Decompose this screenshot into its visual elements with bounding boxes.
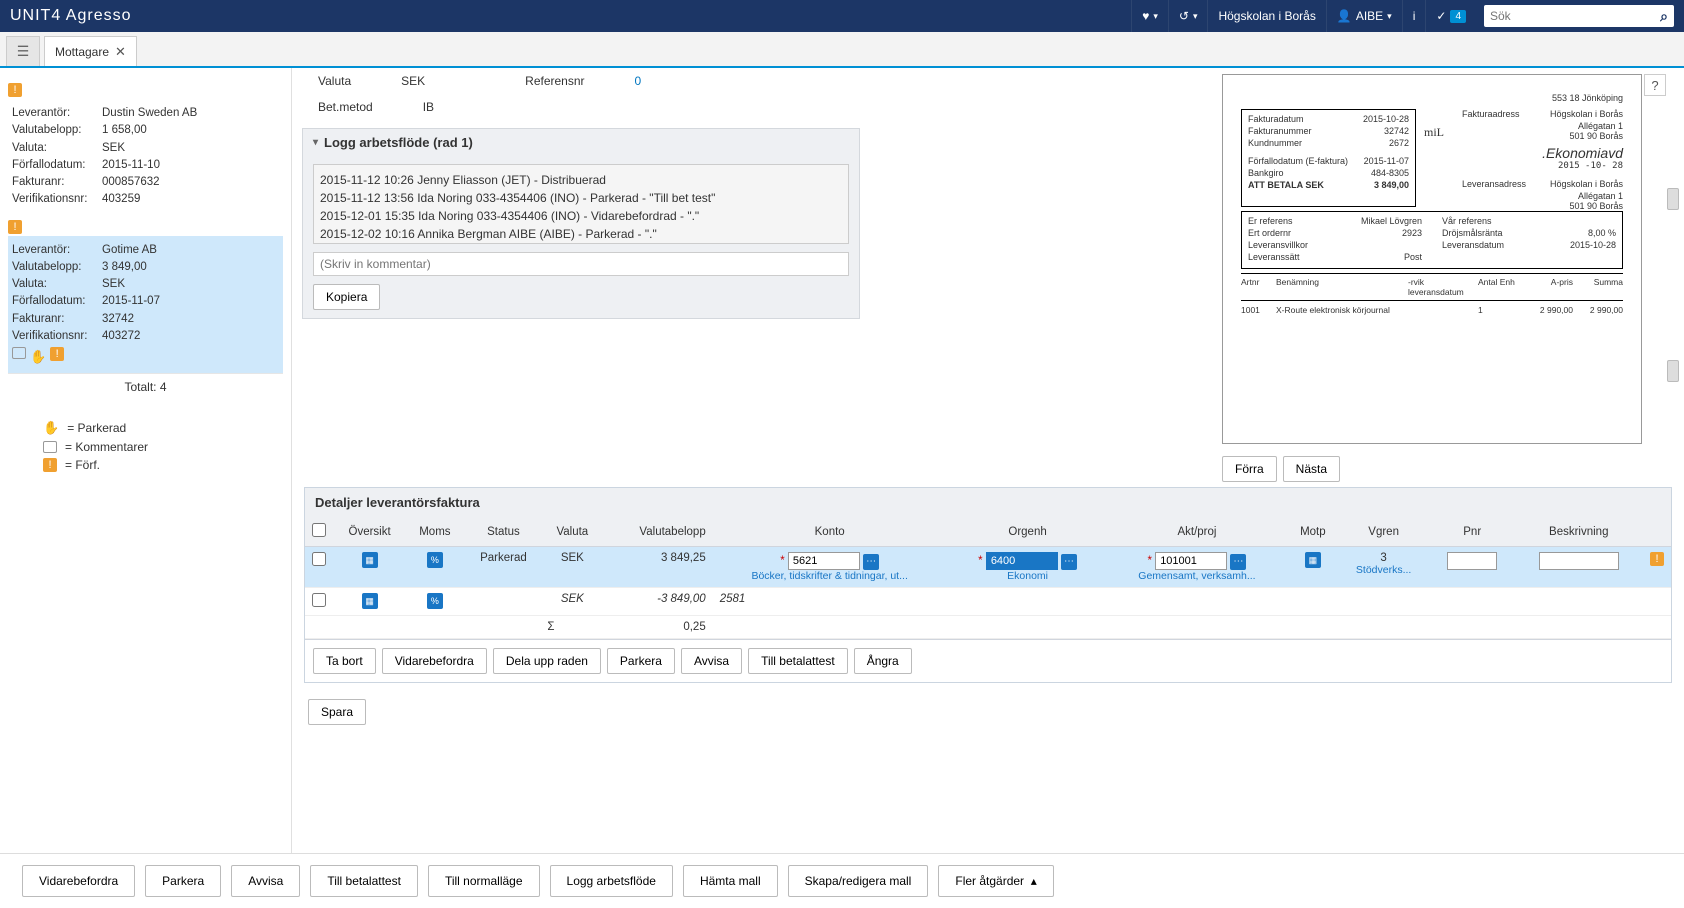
angra-button[interactable]: Ångra	[854, 648, 912, 674]
bottom-toolbar: Vidarebefordra Parkera Avvisa Till betal…	[0, 853, 1684, 908]
tabort-button[interactable]: Ta bort	[313, 648, 376, 674]
warning-icon: !	[50, 347, 64, 361]
invoice-card[interactable]: Leverantör:Dustin Sweden AB Valutabelopp…	[8, 99, 283, 215]
referensnr-label: Referensnr	[525, 74, 584, 88]
overview-icon[interactable]: ▦	[362, 593, 378, 609]
spara-button[interactable]: Spara	[308, 699, 366, 725]
log-panel-header[interactable]: ▾Logg arbetsflöde (rad 1)	[303, 129, 859, 156]
legend: ✋= Parkerad = Kommentarer != Förf.	[8, 420, 283, 472]
user-menu[interactable]: 👤 AIBE ▾	[1326, 0, 1402, 32]
sum-row: Σ 0,25	[305, 616, 1671, 639]
motp-icon[interactable]: ▦	[1305, 552, 1321, 568]
pnr-input[interactable]	[1447, 552, 1497, 570]
beskrivning-input[interactable]	[1539, 552, 1619, 570]
kopiera-button[interactable]: Kopiera	[313, 284, 380, 310]
tillnormallage-button[interactable]: Till normalläge	[428, 865, 540, 897]
comment-icon	[12, 347, 26, 359]
collapse-icon: ▾	[313, 137, 318, 148]
tillbetalattest-button[interactable]: Till betalattest	[748, 648, 848, 674]
tabbar: ☰ Mottagare ✕	[0, 32, 1684, 68]
valuta-label: Valuta	[318, 74, 351, 88]
tasks-indicator[interactable]: ✓4	[1425, 0, 1476, 32]
betmetod-value: IB	[423, 100, 434, 114]
comment-input[interactable]	[313, 252, 849, 276]
favorites-menu[interactable]: ♥ ▾	[1131, 0, 1168, 32]
betmetod-label: Bet.metod	[318, 100, 373, 114]
valuta-value: SEK	[543, 547, 601, 588]
resize-handle[interactable]	[1667, 188, 1679, 210]
tillbetalattest-button[interactable]: Till betalattest	[310, 865, 418, 897]
row-checkbox[interactable]	[312, 593, 326, 607]
avvisa-button[interactable]: Avvisa	[231, 865, 300, 897]
hamtamall-button[interactable]: Hämta mall	[683, 865, 778, 897]
sidebar: ! Leverantör:Dustin Sweden AB Valutabelo…	[0, 68, 292, 853]
vidarebefordra-button[interactable]: Vidarebefordra	[22, 865, 135, 897]
org-name[interactable]: Högskolan i Borås	[1207, 0, 1325, 32]
warning-icon: !	[8, 83, 22, 97]
invoice-card-selected[interactable]: Leverantör:Gotime AB Valutabelopp:3 849,…	[8, 236, 283, 373]
warning-icon: !	[8, 220, 22, 234]
avvisa-button[interactable]: Avvisa	[681, 648, 742, 674]
details-table: Översikt Moms Status Valuta Valutabelopp…	[305, 517, 1671, 639]
orgenh-input[interactable]	[986, 552, 1058, 570]
menu-button[interactable]: ☰	[6, 36, 40, 66]
aktproj-input[interactable]	[1155, 552, 1227, 570]
referensnr-link[interactable]: 0	[635, 74, 642, 88]
hand-icon: ✋	[30, 347, 46, 367]
hand-icon: ✋	[43, 420, 59, 436]
lookup-button[interactable]: ⋯	[863, 554, 879, 570]
global-search[interactable]: ⌕	[1484, 5, 1674, 27]
nasta-button[interactable]: Nästa	[1283, 456, 1340, 482]
lookup-button[interactable]: ⋯	[1230, 554, 1246, 570]
status-value: Parkerad	[464, 547, 544, 588]
overview-icon[interactable]: ▦	[362, 552, 378, 568]
moms-icon[interactable]: %	[427, 593, 443, 609]
warning-icon: !	[43, 458, 57, 472]
select-all-checkbox[interactable]	[312, 523, 326, 537]
delaupp-button[interactable]: Dela upp raden	[493, 648, 601, 674]
main-area: 📎 ♡ ? ValutaSEK Referensnr0 Bet.metodIB …	[292, 68, 1684, 853]
document-preview[interactable]: 553 18 Jönköping Fakturadatum2015-10-28 …	[1222, 74, 1642, 444]
valuta-value: SEK	[401, 74, 425, 88]
table-row[interactable]: ▦ % SEK -3 849,00 2581	[305, 588, 1671, 616]
fleratgarder-button[interactable]: Fler åtgärder ▴	[938, 865, 1053, 897]
loggarbetsflode-button[interactable]: Logg arbetsflöde	[550, 865, 673, 897]
topbar: UNIT4 Agresso ♥ ▾ ↺ ▾ Högskolan i Borås …	[0, 0, 1684, 32]
parkera-button[interactable]: Parkera	[607, 648, 675, 674]
row-checkbox[interactable]	[312, 552, 326, 566]
log-textarea[interactable]: 2015-11-12 10:26 Jenny Eliasson (JET) - …	[313, 164, 849, 244]
comment-icon	[43, 441, 57, 453]
search-icon[interactable]: ⌕	[1660, 8, 1668, 25]
resize-handle[interactable]	[1667, 360, 1679, 382]
info-button[interactable]: i	[1402, 0, 1426, 32]
close-icon[interactable]: ✕	[115, 44, 126, 60]
logo: UNIT4 Agresso	[10, 7, 132, 25]
tab-label: Mottagare	[55, 45, 109, 59]
forra-button[interactable]: Förra	[1222, 456, 1277, 482]
belopp-value: 3 849,25	[601, 547, 709, 588]
log-panel: ▾Logg arbetsflöde (rad 1) 2015-11-12 10:…	[302, 128, 860, 319]
details-panel: Detaljer leverantörsfaktura Översikt Mom…	[304, 487, 1672, 683]
search-input[interactable]	[1490, 9, 1660, 23]
moms-icon[interactable]: %	[427, 552, 443, 568]
tab-mottagare[interactable]: Mottagare ✕	[44, 36, 137, 66]
table-row[interactable]: ▦ % Parkerad SEK 3 849,25 * ⋯ Böcker, ti…	[305, 547, 1671, 588]
konto-input[interactable]	[788, 552, 860, 570]
lookup-button[interactable]: ⋯	[1061, 554, 1077, 570]
parkera-button[interactable]: Parkera	[145, 865, 221, 897]
skaparedigera-button[interactable]: Skapa/redigera mall	[788, 865, 929, 897]
history-menu[interactable]: ↺ ▾	[1168, 0, 1208, 32]
totalt-label: Totalt: 4	[8, 373, 283, 400]
details-title: Detaljer leverantörsfaktura	[305, 488, 1671, 517]
vidarebefordra-button[interactable]: Vidarebefordra	[382, 648, 487, 674]
